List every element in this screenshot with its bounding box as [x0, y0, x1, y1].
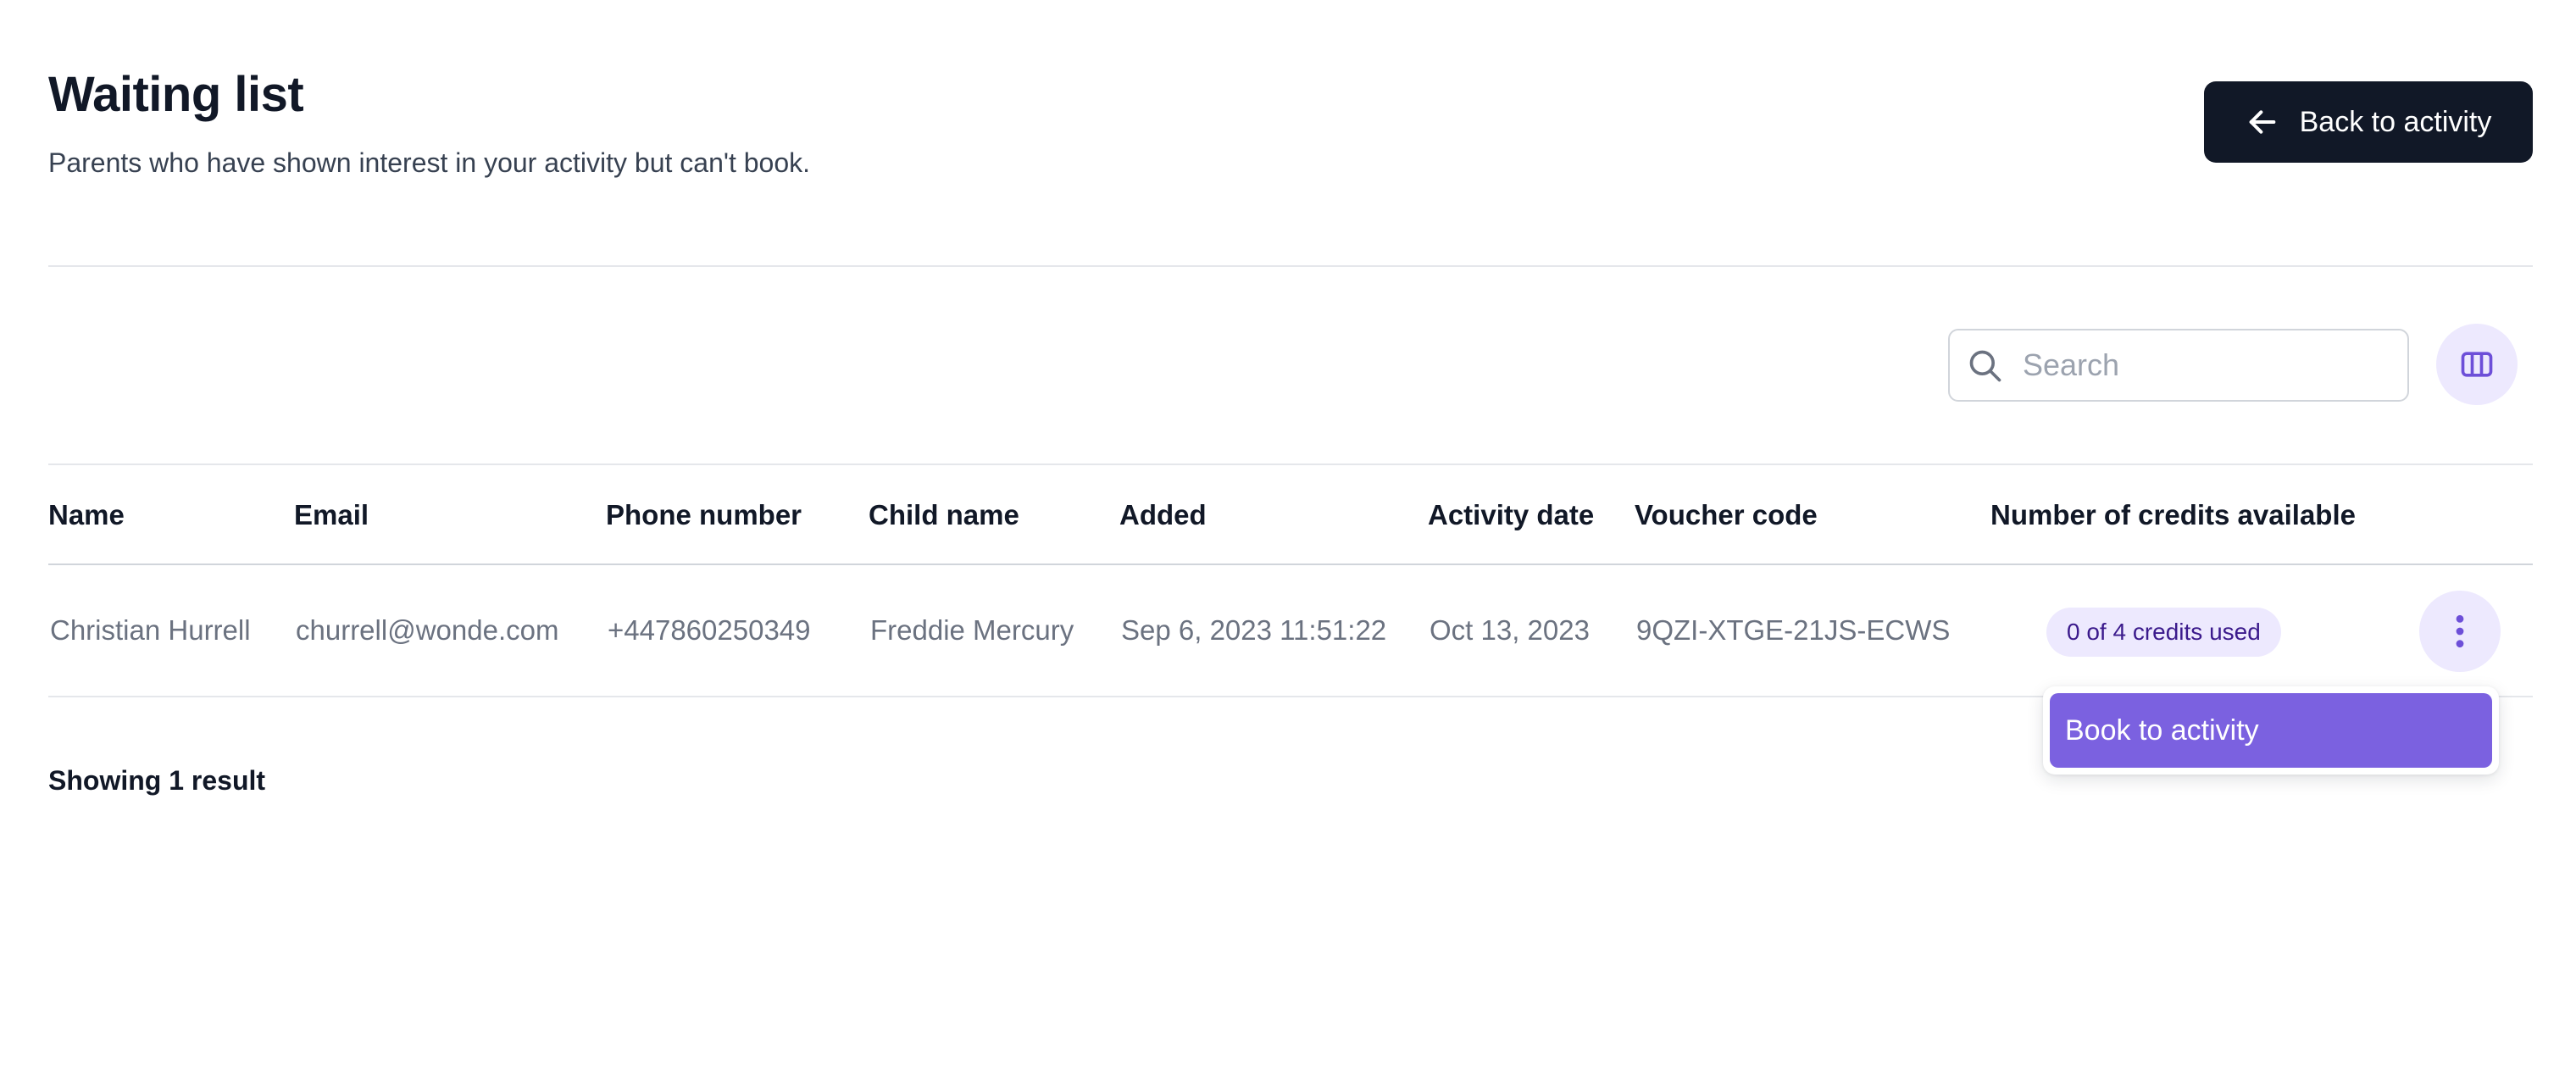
- credits-badge: 0 of 4 credits used: [2046, 608, 2281, 657]
- column-header-child-name[interactable]: Child name: [869, 465, 1019, 565]
- search-icon: [1969, 350, 2001, 382]
- page-header: Waiting list Parents who have shown inte…: [48, 61, 2533, 188]
- table-header-row: Name Email Phone number Child name Added…: [48, 464, 2533, 565]
- menu-item-book-to-activity[interactable]: Book to activity: [2050, 693, 2492, 768]
- header-divider: [48, 265, 2533, 267]
- columns-icon: [2461, 352, 2493, 377]
- search-box: [1948, 329, 2409, 402]
- column-header-voucher-code[interactable]: Voucher code: [1635, 465, 1818, 565]
- cell-voucher-code: 9QZI-XTGE-21JS-ECWS: [1636, 614, 1951, 646]
- column-header-added[interactable]: Added: [1119, 465, 1207, 565]
- column-header-phone[interactable]: Phone number: [606, 465, 802, 565]
- table-toolbar: [48, 324, 2533, 408]
- arrow-left-icon: [2249, 110, 2275, 134]
- cell-child-name: Freddie Mercury: [870, 614, 1074, 646]
- waiting-list-table: Name Email Phone number Child name Added…: [48, 464, 2533, 697]
- waiting-list-page: Waiting list Parents who have shown inte…: [0, 0, 2576, 1066]
- search-input[interactable]: [2023, 330, 2396, 400]
- table-row[interactable]: Christian Hurrell churrell@wonde.com +44…: [48, 565, 2533, 697]
- cell-name: Christian Hurrell: [50, 614, 251, 646]
- column-header-email[interactable]: Email: [294, 465, 369, 565]
- back-to-activity-label: Back to activity: [2299, 105, 2492, 138]
- row-actions-button[interactable]: [2419, 591, 2501, 672]
- column-header-activity-date[interactable]: Activity date: [1428, 465, 1594, 565]
- cell-activity-date: Oct 13, 2023: [1430, 614, 1590, 646]
- row-actions-menu: Book to activity: [2043, 686, 2499, 775]
- dots-vertical-icon: [2456, 614, 2464, 648]
- cell-added: Sep 6, 2023 11:51:22: [1121, 614, 1387, 646]
- page-title: Waiting list: [48, 67, 304, 122]
- back-to-activity-button[interactable]: Back to activity: [2204, 81, 2533, 163]
- columns-toggle-button[interactable]: [2436, 324, 2518, 405]
- page-subtitle: Parents who have shown interest in your …: [48, 147, 811, 178]
- column-header-name[interactable]: Name: [48, 465, 125, 565]
- cell-phone: +447860250349: [608, 614, 811, 646]
- results-count: Showing 1 result: [48, 765, 266, 796]
- cell-email: churrell@wonde.com: [296, 614, 559, 646]
- column-header-credits[interactable]: Number of credits available: [1990, 465, 2356, 565]
